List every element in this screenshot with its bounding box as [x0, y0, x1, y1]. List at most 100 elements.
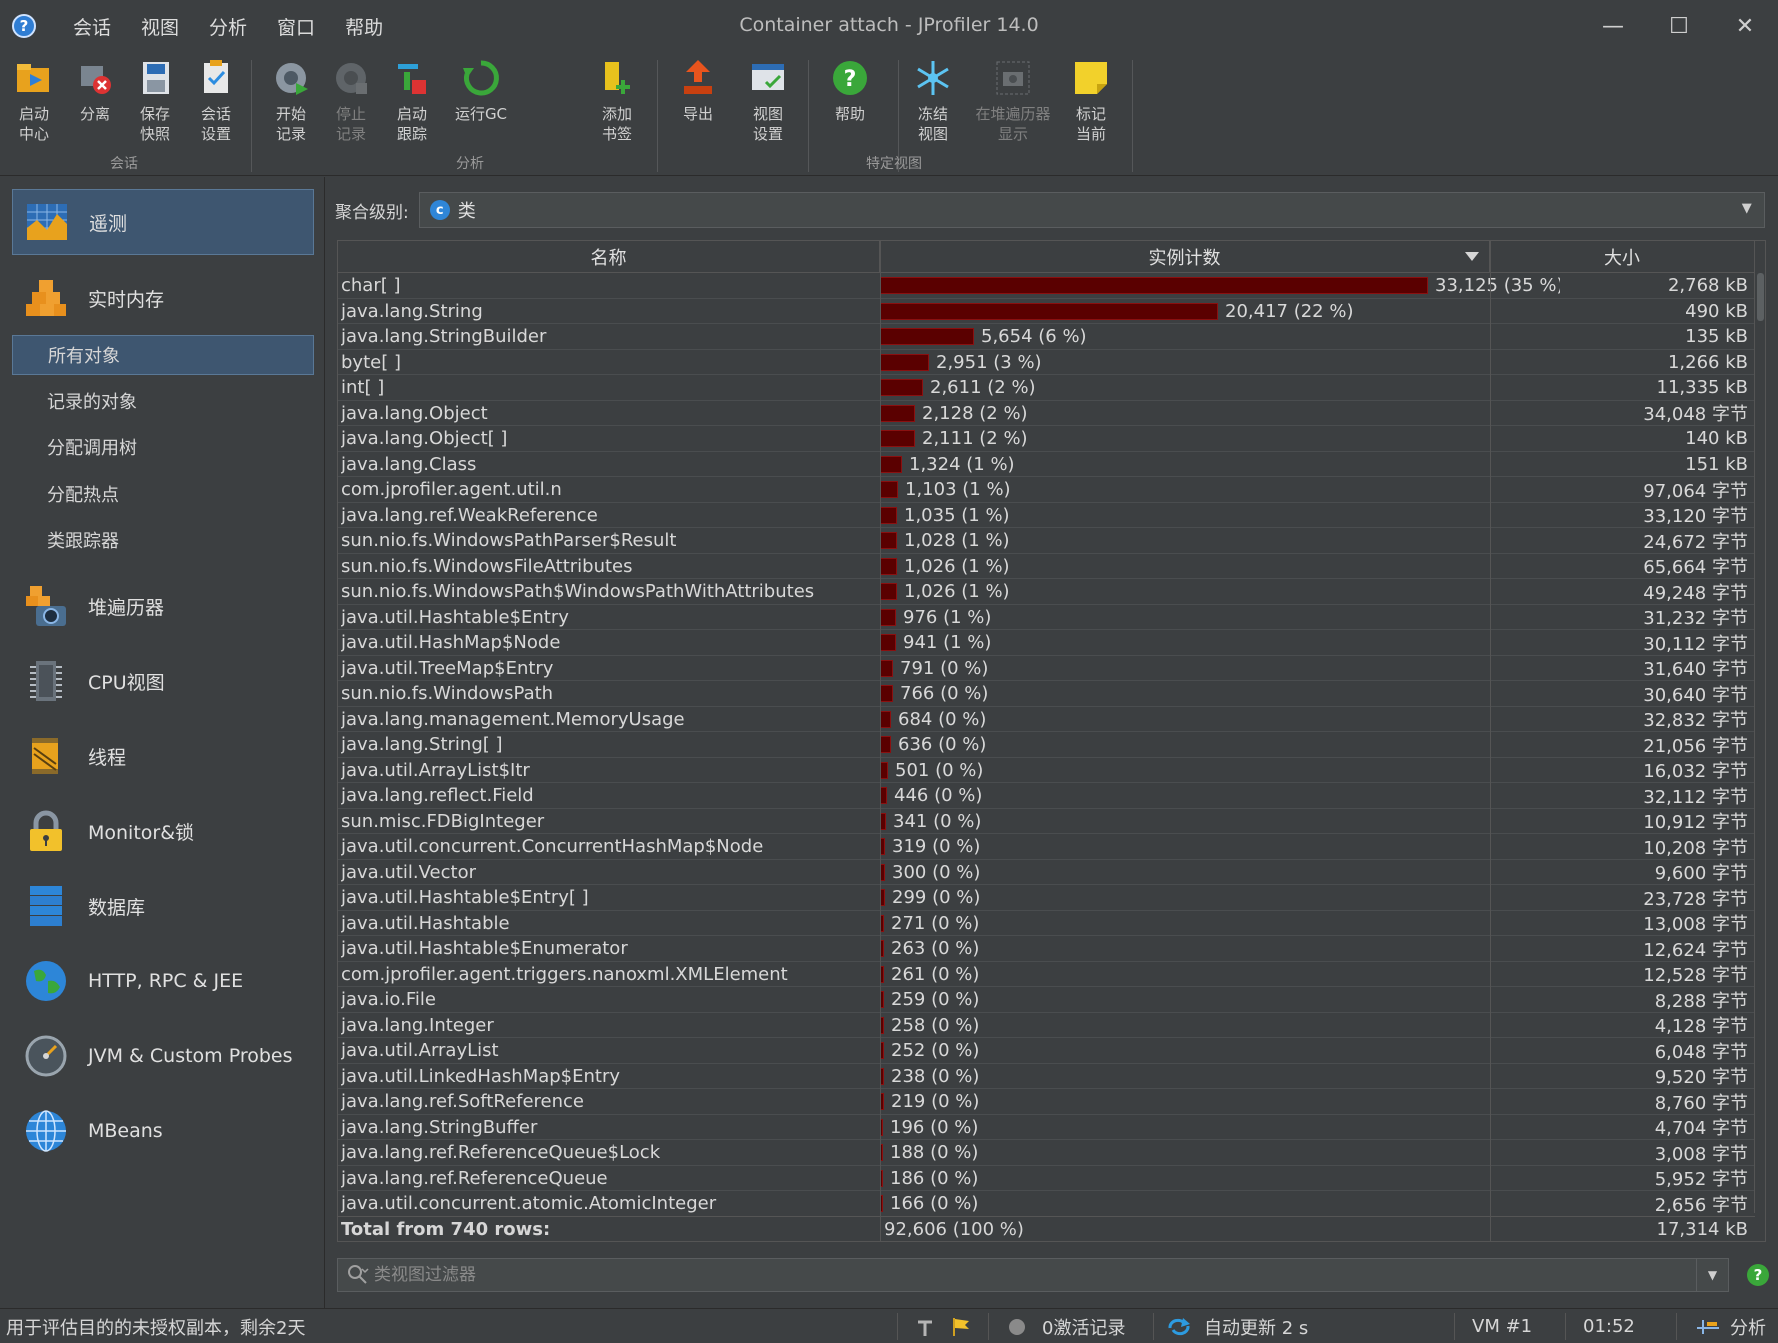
class-name-cell: java.lang.Integer	[341, 1014, 494, 1036]
table-row[interactable]: sun.nio.fs.WindowsFileAttributes 1,026 (1…	[338, 554, 1755, 579]
column-header-size[interactable]: 大小	[1490, 241, 1755, 273]
table-row[interactable]: java.lang.ref.ReferenceQueue 186 (0 %) 5,9…	[338, 1166, 1755, 1191]
column-header-instance-count[interactable]: 实例计数	[880, 241, 1490, 273]
table-row[interactable]: java.util.Hashtable$Entry[ ] 299 (0 %) 23,…	[338, 885, 1755, 911]
table-row[interactable]: java.lang.management.MemoryUsage 684 (0 %…	[338, 707, 1755, 732]
table-row[interactable]: byte[ ] 2,951 (3 %) 1,266 kB	[338, 350, 1755, 375]
instance-count-text: 684 (0 %)	[898, 708, 987, 730]
table-row[interactable]: java.util.Hashtable 271 (0 %) 13,008 字节	[338, 911, 1755, 936]
sidebar-item-heap-walker[interactable]: 堆遍历器	[12, 573, 314, 639]
sidebar-item-live-memory[interactable]: 实时内存	[12, 265, 314, 331]
maximize-button[interactable]: ☐	[1646, 0, 1712, 52]
table-row[interactable]: java.util.concurrent.atomic.AtomicIntege…	[338, 1191, 1755, 1217]
stop-recording-icon	[331, 58, 371, 98]
table-row[interactable]: java.util.ArrayList 252 (0 %) 6,048 字节	[338, 1038, 1755, 1064]
minimize-button[interactable]: —	[1580, 0, 1646, 52]
table-row[interactable]: com.jprofiler.agent.triggers.nanoxml.XML…	[338, 962, 1755, 987]
table-row[interactable]: java.util.TreeMap$Entry 791 (0 %) 31,640 字…	[338, 656, 1755, 681]
sidebar-item-databases[interactable]: 数据库	[12, 873, 314, 939]
scrollbar-thumb[interactable]	[1757, 273, 1764, 321]
sidebar-item-mbeans[interactable]: MBeans	[12, 1098, 314, 1164]
sidebar-item-jvm-custom-probes[interactable]: JVM & Custom Probes	[12, 1023, 314, 1089]
column-header-name[interactable]: 名称	[338, 241, 880, 273]
help-button[interactable]: ? 帮助	[816, 56, 884, 148]
table-row[interactable]: java.lang.ref.ReferenceQueue$Lock 188 (0 …	[338, 1140, 1755, 1166]
table-row[interactable]: java.util.Hashtable$Entry 976 (1 %) 31,232…	[338, 605, 1755, 630]
bookmark-flag-icon[interactable]	[950, 1309, 972, 1343]
instance-count-bar	[880, 634, 896, 651]
auto-update-status[interactable]: 自动更新 2 s	[1204, 1309, 1308, 1343]
table-row[interactable]: java.lang.Object 2,128 (2 %) 34,048 字节	[338, 401, 1755, 426]
table-header: 名称 实例计数 大小	[338, 241, 1755, 273]
table-row[interactable]: java.lang.reflect.Field 446 (0 %) 32,112 字…	[338, 783, 1755, 809]
table-row[interactable]: sun.nio.fs.WindowsPath 766 (0 %) 30,640 字节	[338, 681, 1755, 707]
pin-icon[interactable]	[914, 1309, 936, 1343]
table-row[interactable]: java.lang.Class 1,324 (1 %) 151 kB	[338, 452, 1755, 477]
table-row[interactable]: java.lang.ref.SoftReference 219 (0 %) 8,76…	[338, 1089, 1755, 1115]
status-separator	[1153, 1313, 1154, 1340]
sidebar-item-class-tracker[interactable]: 类跟踪器	[12, 520, 314, 560]
table-row[interactable]: sun.nio.fs.WindowsPathParser$Result 1,028…	[338, 528, 1755, 554]
export-button[interactable]: 导出	[664, 56, 732, 148]
menu-session[interactable]: 会话	[58, 13, 126, 40]
table-row[interactable]: java.util.ArrayList$Itr 501 (0 %) 16,032 字…	[338, 758, 1755, 783]
table-row[interactable]: sun.misc.FDBigInteger 341 (0 %) 10,912 字节	[338, 809, 1755, 834]
class-filter-input[interactable]	[374, 1265, 1654, 1285]
save-snapshot-button[interactable]: 保存 快照	[121, 56, 189, 148]
table-row[interactable]: java.util.Hashtable$Enumerator 263 (0 %) 1…	[338, 936, 1755, 962]
sidebar-item-cpu-views[interactable]: CPU视图	[12, 648, 314, 714]
filter-options-dropdown[interactable]: ▼	[1696, 1259, 1728, 1291]
sidebar-item-recorded-objects[interactable]: 记录的对象	[12, 381, 314, 421]
mark-current-button[interactable]: 标记 当前	[1057, 56, 1125, 148]
table-row[interactable]: java.lang.Object[ ] 2,111 (2 %) 140 kB	[338, 426, 1755, 452]
start-tracking-button[interactable]: 启动 跟踪	[378, 56, 446, 148]
table-row[interactable]: java.lang.ref.WeakReference 1,035 (1 %) 33…	[338, 503, 1755, 528]
table-row[interactable]: java.lang.String[ ] 636 (0 %) 21,056 字节	[338, 732, 1755, 758]
start-center-button[interactable]: 启动 中心	[0, 56, 68, 148]
table-vertical-scrollbar[interactable]	[1754, 273, 1765, 1213]
table-row[interactable]: com.jprofiler.agent.util.n 1,103 (1 %) 97,…	[338, 477, 1755, 503]
size-cell: 9,520 字节	[1654, 1067, 1748, 1088]
table-row[interactable]: java.lang.StringBuffer 196 (0 %) 4,704 字节	[338, 1115, 1755, 1140]
table-row[interactable]: char[ ] 33,125 (35 %) 2,768 kB	[338, 273, 1755, 299]
jprofiler-app-icon[interactable]: ?	[12, 14, 36, 38]
table-row[interactable]: java.io.File 259 (0 %) 8,288 字节	[338, 987, 1755, 1013]
menu-help[interactable]: 帮助	[330, 13, 398, 40]
sidebar-item-all-objects[interactable]: 所有对象	[12, 335, 314, 375]
search-icon[interactable]	[346, 1263, 370, 1287]
close-button[interactable]: ✕	[1712, 0, 1778, 52]
table-row[interactable]: java.util.Vector 300 (0 %) 9,600 字节	[338, 860, 1755, 885]
table-row[interactable]: java.lang.Integer 258 (0 %) 4,128 字节	[338, 1013, 1755, 1038]
freeze-view-button[interactable]: 冻结 视图	[899, 56, 967, 148]
menu-profiling[interactable]: 分析	[194, 13, 262, 40]
stop-recording-button[interactable]: 停止 记录	[317, 56, 385, 148]
table-row[interactable]: sun.nio.fs.WindowsPath$WindowsPathWithAt…	[338, 579, 1755, 605]
sidebar-item-allocation-hot-spots[interactable]: 分配热点	[12, 474, 314, 514]
menu-view[interactable]: 视图	[126, 13, 194, 40]
sidebar-item-telemetry[interactable]: 遥测	[12, 189, 314, 255]
sidebar-item-threads[interactable]: 线程	[12, 723, 314, 789]
detach-button[interactable]: 分离	[61, 56, 129, 148]
show-in-heap-walker-button[interactable]: 在堆遍历器 显示	[968, 56, 1058, 148]
menu-window[interactable]: 窗口	[262, 13, 330, 40]
sidebar-item-monitors-locks[interactable]: Monitor&锁	[12, 798, 314, 864]
aggregation-level-select[interactable]: c 类 ▼	[418, 192, 1765, 228]
start-recording-button[interactable]: 开始 记录	[257, 56, 325, 148]
view-settings-button[interactable]: 视图 设置	[734, 56, 802, 148]
table-row[interactable]: java.lang.String 20,417 (22 %) 490 kB	[338, 299, 1755, 324]
table-row[interactable]: java.util.concurrent.ConcurrentHashMap$N…	[338, 834, 1755, 860]
table-row[interactable]: java.util.LinkedHashMap$Entry 238 (0 %) 9,…	[338, 1064, 1755, 1089]
class-name-cell: java.lang.management.MemoryUsage	[341, 708, 685, 730]
active-recordings-status[interactable]: 0激活记录	[1042, 1309, 1125, 1343]
instance-count-cell: 1,035 (1 %)	[880, 503, 1560, 528]
sidebar-item-http-rpc-jee[interactable]: HTTP, RPC & JEE	[12, 948, 314, 1014]
sidebar-item-allocation-call-tree[interactable]: 分配调用树	[12, 427, 314, 467]
session-settings-button[interactable]: 会话 设置	[182, 56, 250, 148]
run-gc-button[interactable]: 运行GC	[447, 56, 515, 148]
table-row[interactable]: java.util.HashMap$Node 941 (1 %) 30,112 字节	[338, 630, 1755, 656]
auto-update-icon[interactable]	[1166, 1309, 1192, 1343]
table-row[interactable]: java.lang.StringBuilder 5,654 (6 %) 135 kB	[338, 324, 1755, 350]
table-row[interactable]: int[ ] 2,611 (2 %) 11,335 kB	[338, 375, 1755, 401]
add-bookmark-button[interactable]: 添加 书签	[583, 56, 651, 148]
filter-help-icon[interactable]: ?	[1747, 1264, 1769, 1286]
